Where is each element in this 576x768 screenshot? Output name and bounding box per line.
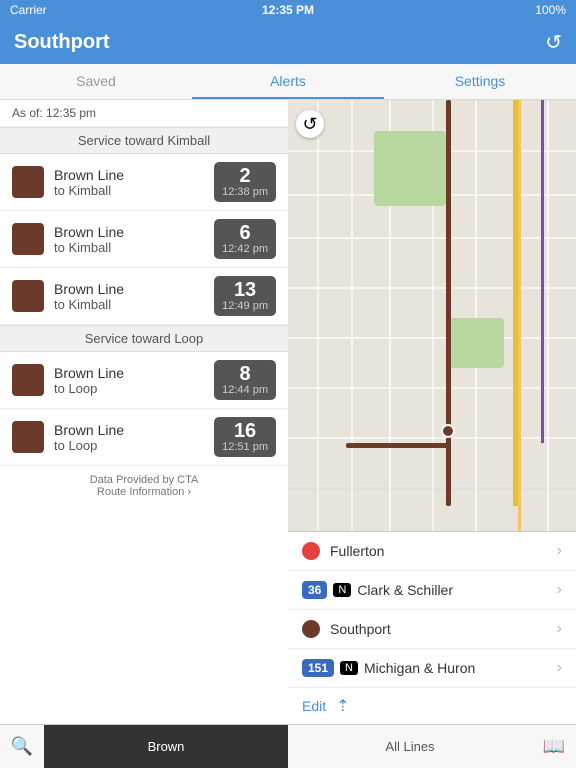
southport-dot — [302, 620, 320, 638]
train-time-box-4: 8 12:44 pm — [214, 360, 276, 400]
train-time-box-5: 16 12:51 pm — [214, 417, 276, 457]
train-time-box-1: 2 12:38 pm — [214, 162, 276, 202]
data-provided-label: Data Provided by CTA — [8, 474, 280, 486]
table-row: Brown Line to Kimball 6 12:42 pm — [0, 211, 288, 268]
train-dest-5: to Loop — [54, 438, 214, 453]
train-clock-4: 12:44 pm — [222, 384, 268, 396]
section-kimball-header: Service toward Kimball — [0, 127, 288, 154]
north-badge-clark: N — [333, 583, 351, 597]
main-content: As of: 12:35 pm Service toward Kimball B… — [0, 100, 576, 724]
current-line-button[interactable]: Brown — [44, 725, 288, 768]
brown-line-color-2 — [12, 223, 44, 255]
book-icon: 📖 — [543, 736, 565, 757]
train-dest-2: to Kimball — [54, 240, 214, 255]
tab-settings[interactable]: Settings — [384, 64, 576, 99]
train-clock-1: 12:38 pm — [222, 186, 268, 198]
train-min-3: 13 — [222, 280, 268, 300]
table-row: Brown Line to Kimball 13 12:49 pm — [0, 268, 288, 325]
map-panel: ↺ Fullerton › 36 N Clark & Schiller › So… — [288, 100, 576, 724]
bottom-tab-bar: 🔍 Brown All Lines 📖 — [0, 724, 576, 768]
edit-button[interactable]: Edit — [302, 698, 326, 714]
tab-bar: Saved Alerts Settings — [0, 64, 576, 100]
train-dest-4: to Loop — [54, 381, 214, 396]
train-min-2: 6 — [222, 223, 268, 243]
current-line-label: Brown — [148, 739, 185, 754]
brown-line-color-3 — [12, 280, 44, 312]
battery-label: 100% — [535, 3, 566, 17]
map-overlay-panel: Fullerton › 36 N Clark & Schiller › Sout… — [288, 531, 576, 724]
location-icon[interactable]: ⇡ — [336, 696, 349, 716]
table-row: Brown Line to Kimball 2 12:38 pm — [0, 154, 288, 211]
brown-line-color-5 — [12, 421, 44, 453]
all-lines-label: All Lines — [385, 739, 434, 754]
train-dest-3: to Kimball — [54, 297, 214, 312]
fullerton-label: Fullerton — [330, 543, 557, 559]
route-36-badge: 36 — [302, 581, 327, 599]
north-badge-michigan: N — [340, 661, 358, 675]
train-min-1: 2 — [222, 166, 268, 186]
page-title: Southport — [14, 31, 110, 54]
schedule-panel: As of: 12:35 pm Service toward Kimball B… — [0, 100, 288, 724]
as-of-label: As of: 12:35 pm — [0, 100, 288, 127]
app-header: Southport ↺ — [0, 20, 576, 64]
carrier-label: Carrier — [10, 3, 47, 17]
tab-saved[interactable]: Saved — [0, 64, 192, 99]
train-time-box-3: 13 12:49 pm — [214, 276, 276, 316]
tab-alerts[interactable]: Alerts — [192, 64, 384, 99]
all-lines-button[interactable]: All Lines — [288, 739, 532, 754]
train-line-4: Brown Line — [54, 365, 214, 381]
table-row: Brown Line to Loop 8 12:44 pm — [0, 352, 288, 409]
footer-info: Data Provided by CTA Route Information › — [0, 466, 288, 506]
status-bar: Carrier 12:35 PM 100% — [0, 0, 576, 20]
train-line-3: Brown Line — [54, 281, 214, 297]
bookmarks-button[interactable]: 📖 — [532, 736, 576, 757]
train-min-5: 16 — [222, 421, 268, 441]
train-line-1: Brown Line — [54, 167, 214, 183]
fullerton-chevron-icon: › — [557, 542, 562, 560]
refresh-icon[interactable]: ↺ — [545, 30, 562, 55]
southport-chevron-icon: › — [557, 620, 562, 638]
train-clock-5: 12:51 pm — [222, 441, 268, 453]
route-151-badge: 151 — [302, 659, 334, 677]
overlay-item-michigan[interactable]: 151 N Michigan & Huron › — [288, 649, 576, 688]
michigan-chevron-icon: › — [557, 659, 562, 677]
train-time-box-2: 6 12:42 pm — [214, 219, 276, 259]
train-line-2: Brown Line — [54, 224, 214, 240]
section-loop-header: Service toward Loop — [0, 325, 288, 352]
train-clock-2: 12:42 pm — [222, 243, 268, 255]
fullerton-dot — [302, 542, 320, 560]
compass-icon: ↺ — [296, 110, 324, 138]
clark-label: Clark & Schiller — [357, 582, 556, 598]
route-info-link[interactable]: Route Information › — [8, 486, 280, 498]
search-icon: 🔍 — [11, 736, 33, 757]
clark-chevron-icon: › — [557, 581, 562, 599]
brown-line-color-4 — [12, 364, 44, 396]
overlay-item-fullerton[interactable]: Fullerton › — [288, 532, 576, 571]
overlay-item-southport[interactable]: Southport › — [288, 610, 576, 649]
southport-label: Southport — [330, 621, 557, 637]
train-clock-3: 12:49 pm — [222, 300, 268, 312]
train-dest-1: to Kimball — [54, 183, 214, 198]
overlay-item-clark[interactable]: 36 N Clark & Schiller › — [288, 571, 576, 610]
search-button[interactable]: 🔍 — [0, 736, 44, 757]
train-line-5: Brown Line — [54, 422, 214, 438]
status-time: 12:35 PM — [262, 3, 314, 17]
train-min-4: 8 — [222, 364, 268, 384]
table-row: Brown Line to Loop 16 12:51 pm — [0, 409, 288, 466]
brown-line-color-1 — [12, 166, 44, 198]
michigan-label: Michigan & Huron — [364, 660, 557, 676]
overlay-actions: Edit ⇡ — [288, 688, 576, 724]
